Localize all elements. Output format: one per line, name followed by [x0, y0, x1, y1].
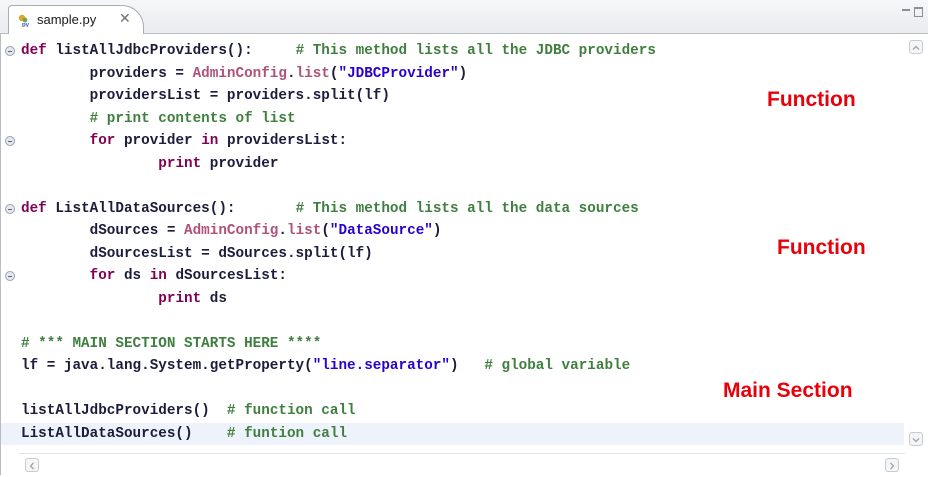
code-line[interactable]: # print contents of list: [21, 108, 897, 131]
code-line[interactable]: [21, 175, 897, 198]
code-line[interactable]: def listAllJdbcProviders(): # This metho…: [21, 40, 897, 63]
code-token: print: [158, 290, 202, 307]
code-token: # global variable: [484, 358, 631, 374]
code-token: .: [286, 65, 296, 82]
code-token: "DataSource": [329, 223, 433, 239]
editor-gutter: [1, 34, 19, 454]
code-token: listAllJdbcProviders():: [46, 43, 296, 59]
view-controls: [902, 6, 926, 20]
python-file-icon: py: [18, 14, 30, 28]
collapse-fold-icon[interactable]: [5, 204, 15, 214]
code-token: # print contents of list: [21, 110, 296, 127]
code-token: list: [286, 223, 322, 239]
code-token: # function call: [226, 403, 356, 419]
annotation-function: Function: [767, 88, 856, 111]
code-token: # This method lists all the JDBC provide…: [295, 43, 656, 59]
collapse-fold-icon[interactable]: [5, 136, 15, 146]
scroll-down-icon[interactable]: [909, 432, 923, 446]
code-token: # *** MAIN SECTION STARTS HERE ****: [21, 335, 322, 352]
code-token: ListAllDataSources(): [21, 425, 227, 442]
code-line[interactable]: # *** MAIN SECTION STARTS HERE ****: [21, 333, 897, 356]
horizontal-scrollbar[interactable]: [19, 453, 905, 475]
code-line[interactable]: for ds in dSourcesList:: [21, 265, 897, 288]
code-token: listAllJdbcProviders(): [21, 403, 227, 419]
code-line[interactable]: [21, 310, 897, 333]
code-line[interactable]: print ds: [21, 288, 897, 311]
annotation-main-section: Main Section: [723, 379, 853, 402]
code-token: def: [21, 43, 47, 59]
code-token: "line.separator": [312, 358, 450, 374]
code-token: ds: [201, 290, 227, 307]
code-token: def: [21, 200, 47, 217]
code-line[interactable]: dSources = AdminConfig.list("DataSource"…: [21, 220, 897, 243]
code-token: print: [158, 155, 202, 172]
scroll-right-icon[interactable]: [885, 458, 899, 472]
code-line[interactable]: def ListAllDataSources(): # This method …: [21, 198, 897, 221]
code-token: AdminConfig: [184, 223, 279, 239]
code-line[interactable]: lf = java.lang.System.getProperty("line.…: [21, 355, 897, 378]
tab-sample-py[interactable]: py sample.py ✕: [8, 5, 144, 34]
code-token: (: [321, 223, 330, 239]
annotation-function: Function: [777, 236, 866, 259]
scroll-up-icon[interactable]: [909, 40, 923, 54]
code-token: for: [89, 268, 116, 284]
code-token: providersList:: [218, 133, 348, 149]
code-token: provider: [115, 133, 202, 149]
code-line[interactable]: listAllJdbcProviders() # function call: [21, 400, 897, 423]
collapse-fold-icon[interactable]: [5, 46, 15, 56]
code-line[interactable]: print provider: [21, 153, 897, 176]
close-icon[interactable]: ✕: [119, 10, 131, 27]
code-token: ): [450, 358, 485, 374]
code-line[interactable]: providersList = providers.split(lf): [21, 85, 897, 108]
code-token: ): [432, 223, 442, 239]
tab-label: sample.py: [37, 12, 97, 27]
editor-tab-bar: py sample.py ✕: [0, 0, 928, 34]
svg-text:py: py: [22, 23, 30, 28]
code-editor[interactable]: def listAllJdbcProviders(): # This metho…: [0, 34, 928, 475]
code-token: # funtion call: [226, 425, 348, 442]
scroll-left-icon[interactable]: [25, 458, 39, 472]
maximize-icon[interactable]: [914, 7, 923, 17]
code-token: providersList = providers.split(lf): [21, 88, 390, 104]
code-token: dSourcesList:: [166, 268, 288, 284]
collapse-fold-icon[interactable]: [5, 271, 15, 281]
code-token: dSourcesList = dSources.split(lf): [21, 245, 373, 262]
minimize-icon[interactable]: [902, 9, 910, 11]
code-token: "JDBCProvider": [338, 65, 459, 82]
vertical-scrollbar[interactable]: [904, 34, 928, 454]
code-token: in: [201, 133, 219, 149]
code-token: ): [458, 65, 468, 82]
code-token: .: [278, 223, 287, 239]
code-token: provider: [201, 155, 279, 172]
code-line[interactable]: dSourcesList = dSources.split(lf): [21, 243, 897, 266]
code-token: list: [295, 65, 330, 82]
code-line[interactable]: ListAllDataSources() # funtion call: [1, 422, 917, 445]
code-line[interactable]: providers = AdminConfig.list("JDBCProvid…: [21, 63, 897, 86]
code-line[interactable]: for provider in providersList:: [21, 130, 897, 153]
code-token: dSources =: [21, 223, 185, 239]
code-token: ListAllDataSources():: [46, 200, 296, 217]
code-token: for: [89, 133, 116, 149]
code-token: providers =: [21, 65, 193, 82]
code-token: lf = java.lang.System.getProperty(: [21, 358, 313, 374]
code-token: # This method lists all the data sources: [295, 200, 639, 217]
code-token: AdminConfig: [192, 65, 287, 82]
code-token: in: [149, 268, 167, 284]
code-token: ds: [115, 268, 150, 284]
